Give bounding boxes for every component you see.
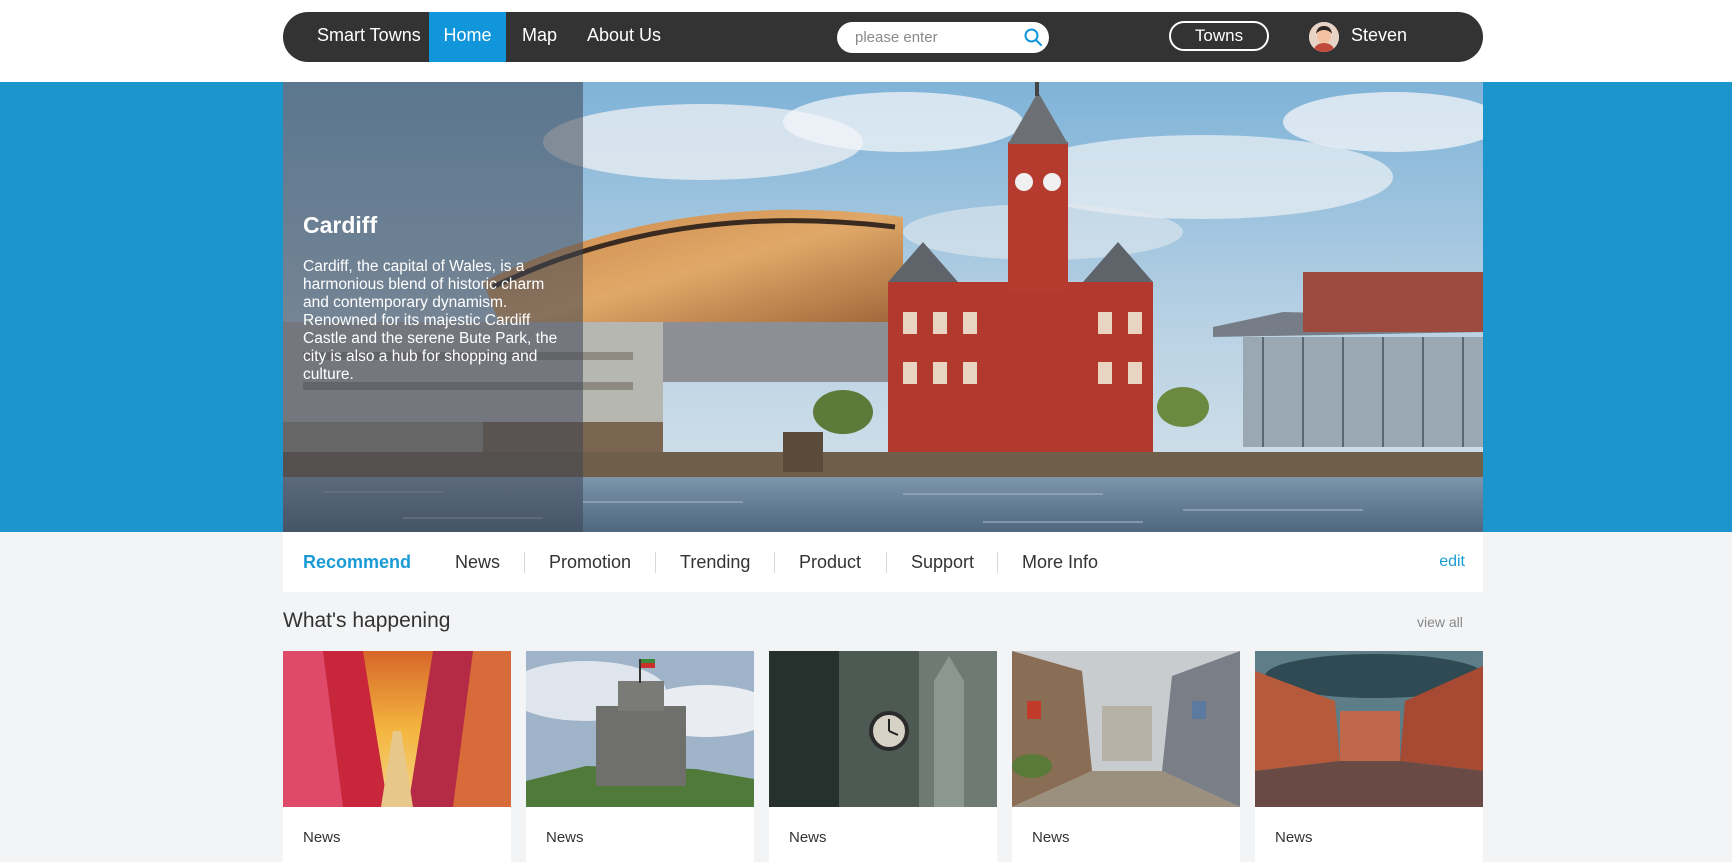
news-card[interactable]: News [1255,651,1483,862]
news-thumbnail [526,651,754,807]
card-tag: News [303,829,341,846]
tab-product[interactable]: Product [799,532,861,592]
tab-divider [655,552,656,573]
tab-news[interactable]: News [455,532,500,592]
hero-description: Cardiff, the capital of Wales, is a harm… [303,258,558,383]
tab-divider [524,552,525,573]
edit-tabs-link[interactable]: edit [1439,532,1465,592]
hero-title: Cardiff [303,212,378,238]
news-thumbnail [769,651,997,807]
tab-promotion[interactable]: Promotion [549,532,631,592]
tab-divider [997,552,998,573]
news-card[interactable]: News [769,651,997,862]
view-all-link[interactable]: view all [1417,614,1463,630]
nav-home[interactable]: Home [429,12,506,62]
tab-divider [774,552,775,573]
tab-divider [886,552,887,573]
search-box [837,22,1049,53]
news-thumbnail [283,651,511,807]
news-thumbnail [1012,651,1240,807]
tab-recommend[interactable]: Recommend [303,532,411,592]
card-tag: News [789,829,827,846]
card-tag: News [1032,829,1070,846]
category-tabbar: Recommend News Promotion Trending Produc… [283,532,1483,592]
news-thumbnail [1255,651,1483,807]
tab-trending[interactable]: Trending [680,532,750,592]
user-name[interactable]: Steven [1351,12,1407,62]
user-avatar[interactable] [1309,22,1339,52]
nav-map[interactable]: Map [522,12,557,62]
search-icon[interactable] [1023,27,1043,47]
towns-button[interactable]: Towns [1169,21,1269,51]
news-card[interactable]: News [283,651,511,862]
hero-caption-panel: Cardiff Cardiff, the capital of Wales, i… [283,82,583,532]
news-card[interactable]: News [1012,651,1240,862]
news-card[interactable]: News [526,651,754,862]
hero-banner[interactable]: Cardiff Cardiff, the capital of Wales, i… [283,82,1483,532]
top-navbar: Smart Towns Home Map About Us Towns Stev… [283,12,1483,62]
nav-about-us[interactable]: About Us [587,12,661,62]
avatar-icon [1309,22,1339,52]
tab-more-info[interactable]: More Info [1022,532,1098,592]
card-tag: News [1275,829,1313,846]
section-title: What's happening [283,609,451,632]
search-input[interactable] [855,25,1015,50]
card-tag: News [546,829,584,846]
tab-support[interactable]: Support [911,532,974,592]
brand-link[interactable]: Smart Towns [317,12,421,62]
